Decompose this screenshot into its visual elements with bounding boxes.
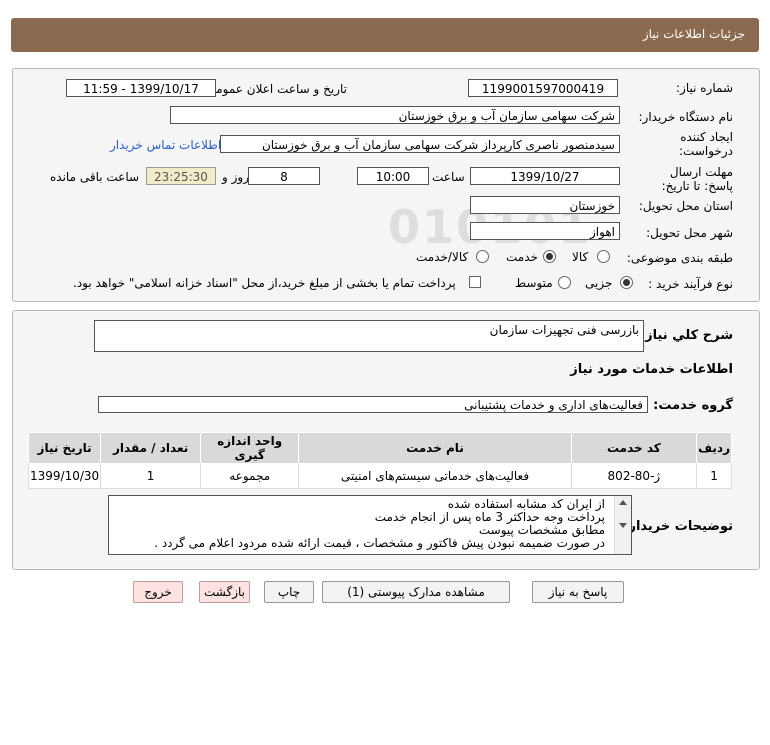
process-option-medium: متوسط: [515, 276, 553, 290]
category-radio-goods-service[interactable]: [476, 250, 489, 263]
announce-date-label: تاریخ و ساعت اعلان عمومی:: [202, 82, 347, 96]
cell-name: فعالیت‌های خدماتی سیستم‌های امنیتی: [298, 463, 572, 489]
window-title-bar: جزئیات اطلاعات نیاز: [11, 18, 759, 52]
buyer-notes-line: در صورت ضمیمه نبودن پیش فاکتور و مشخصات …: [154, 536, 605, 550]
service-group-label: گروه خدمت:: [653, 398, 733, 413]
category-radio-service[interactable]: [543, 250, 556, 263]
description-field: بازرسی فنی تجهیزات سازمان: [94, 320, 644, 352]
city-field: اهواز: [470, 222, 620, 240]
treasury-payment-checkbox[interactable]: [469, 276, 481, 288]
province-field: خوزستان: [470, 196, 620, 214]
process-radio-medium[interactable]: [558, 276, 571, 289]
scroll-down-icon[interactable]: [619, 523, 627, 528]
cell-unit: مجموعه: [200, 463, 300, 489]
days-label: روز و: [222, 170, 249, 184]
remaining-time-field: 23:25:30: [146, 167, 216, 185]
treasury-payment-note: پرداخت تمام یا بخشی از مبلغ خرید،از محل …: [73, 276, 456, 290]
cell-row: 1: [696, 463, 732, 489]
category-option-service: خدمت: [506, 250, 538, 264]
service-group-field: فعالیت‌های اداری و خدمات پشتیبانی: [98, 396, 648, 413]
reply-button[interactable]: پاسخ به نیاز: [532, 581, 624, 603]
category-option-goods-service: کالا/خدمت: [416, 250, 469, 264]
table-row: 1 ژ-80-802 فعالیت‌های خدماتی سیستم‌های ا…: [27, 463, 732, 489]
deadline-date-field: 1399/10/27: [470, 167, 620, 185]
scroll-up-icon[interactable]: [619, 500, 627, 505]
col-unit: واحد اندازه گیری: [200, 432, 300, 464]
window-title: جزئیات اطلاعات نیاز: [642, 27, 745, 41]
col-qty: تعداد / مقدار: [100, 432, 202, 464]
services-table: ردیف کد خدمت نام خدمت واحد اندازه گیری ت…: [27, 432, 732, 489]
process-option-minor: جزیی: [585, 276, 613, 290]
buyer-org-field: شرکت سهامی سازمان آب و برق خوزستان: [170, 106, 620, 124]
deadline-time-label: ساعت: [432, 170, 465, 184]
process-label: نوع فرآیند خرید :: [648, 277, 733, 291]
view-attachments-button[interactable]: مشاهده مدارک پیوستی (1): [322, 581, 510, 603]
creator-field: سیدمنصور ناصری کارپرداز شرکت سهامی سازما…: [220, 135, 620, 153]
category-option-goods: کالا: [572, 250, 589, 264]
buyer-org-label: نام دستگاه خریدار:: [638, 110, 734, 124]
notes-scrollbar[interactable]: [614, 496, 631, 554]
print-button[interactable]: چاپ: [264, 581, 314, 603]
description-label: شرح کلي نياز:: [639, 328, 733, 343]
remaining-time-label: ساعت باقی مانده: [50, 170, 140, 184]
back-button[interactable]: بازگشت: [199, 581, 250, 603]
col-name: نام خدمت: [298, 432, 572, 464]
category-radio-goods[interactable]: [597, 250, 610, 263]
buyer-contact-link[interactable]: اطلاعات تماس خریدار: [110, 138, 221, 152]
services-table-header: ردیف کد خدمت نام خدمت واحد اندازه گیری ت…: [27, 432, 732, 464]
deadline-label: مهلت ارسال پاسخ: تا تاریخ:: [661, 165, 733, 193]
days-field: 8: [248, 167, 320, 185]
creator-label: ایجاد کننده درخواست:: [679, 130, 733, 158]
deadline-time-field: 10:00: [357, 167, 429, 185]
col-row: ردیف: [696, 432, 732, 464]
cell-qty: 1: [100, 463, 202, 489]
province-label: استان محل تحویل:: [638, 199, 733, 213]
process-radio-minor[interactable]: [620, 276, 633, 289]
city-label: شهر محل تحویل:: [646, 226, 733, 240]
buyer-notes-label: توضیحات خریدار:: [623, 519, 733, 534]
cell-date: 1399/10/30: [27, 463, 102, 489]
cell-code: ژ-80-802: [570, 463, 698, 489]
need-number-field: 1199001597000419: [468, 79, 618, 97]
exit-button[interactable]: خروج: [133, 581, 183, 603]
col-code: کد خدمت: [570, 432, 698, 464]
need-number-label: شماره نیاز:: [676, 81, 733, 95]
announce-date-field: 1399/10/17 - 11:59: [66, 79, 216, 97]
buyer-notes-textarea[interactable]: از ایران کد مشابه استفاده شده پرداخت وجه…: [108, 495, 632, 555]
category-label: طبقه بندی موضوعی:: [626, 251, 733, 265]
col-date: تاریخ نیاز: [27, 432, 102, 464]
services-section-title: اطلاعات خدمات مورد نیاز: [570, 362, 733, 377]
